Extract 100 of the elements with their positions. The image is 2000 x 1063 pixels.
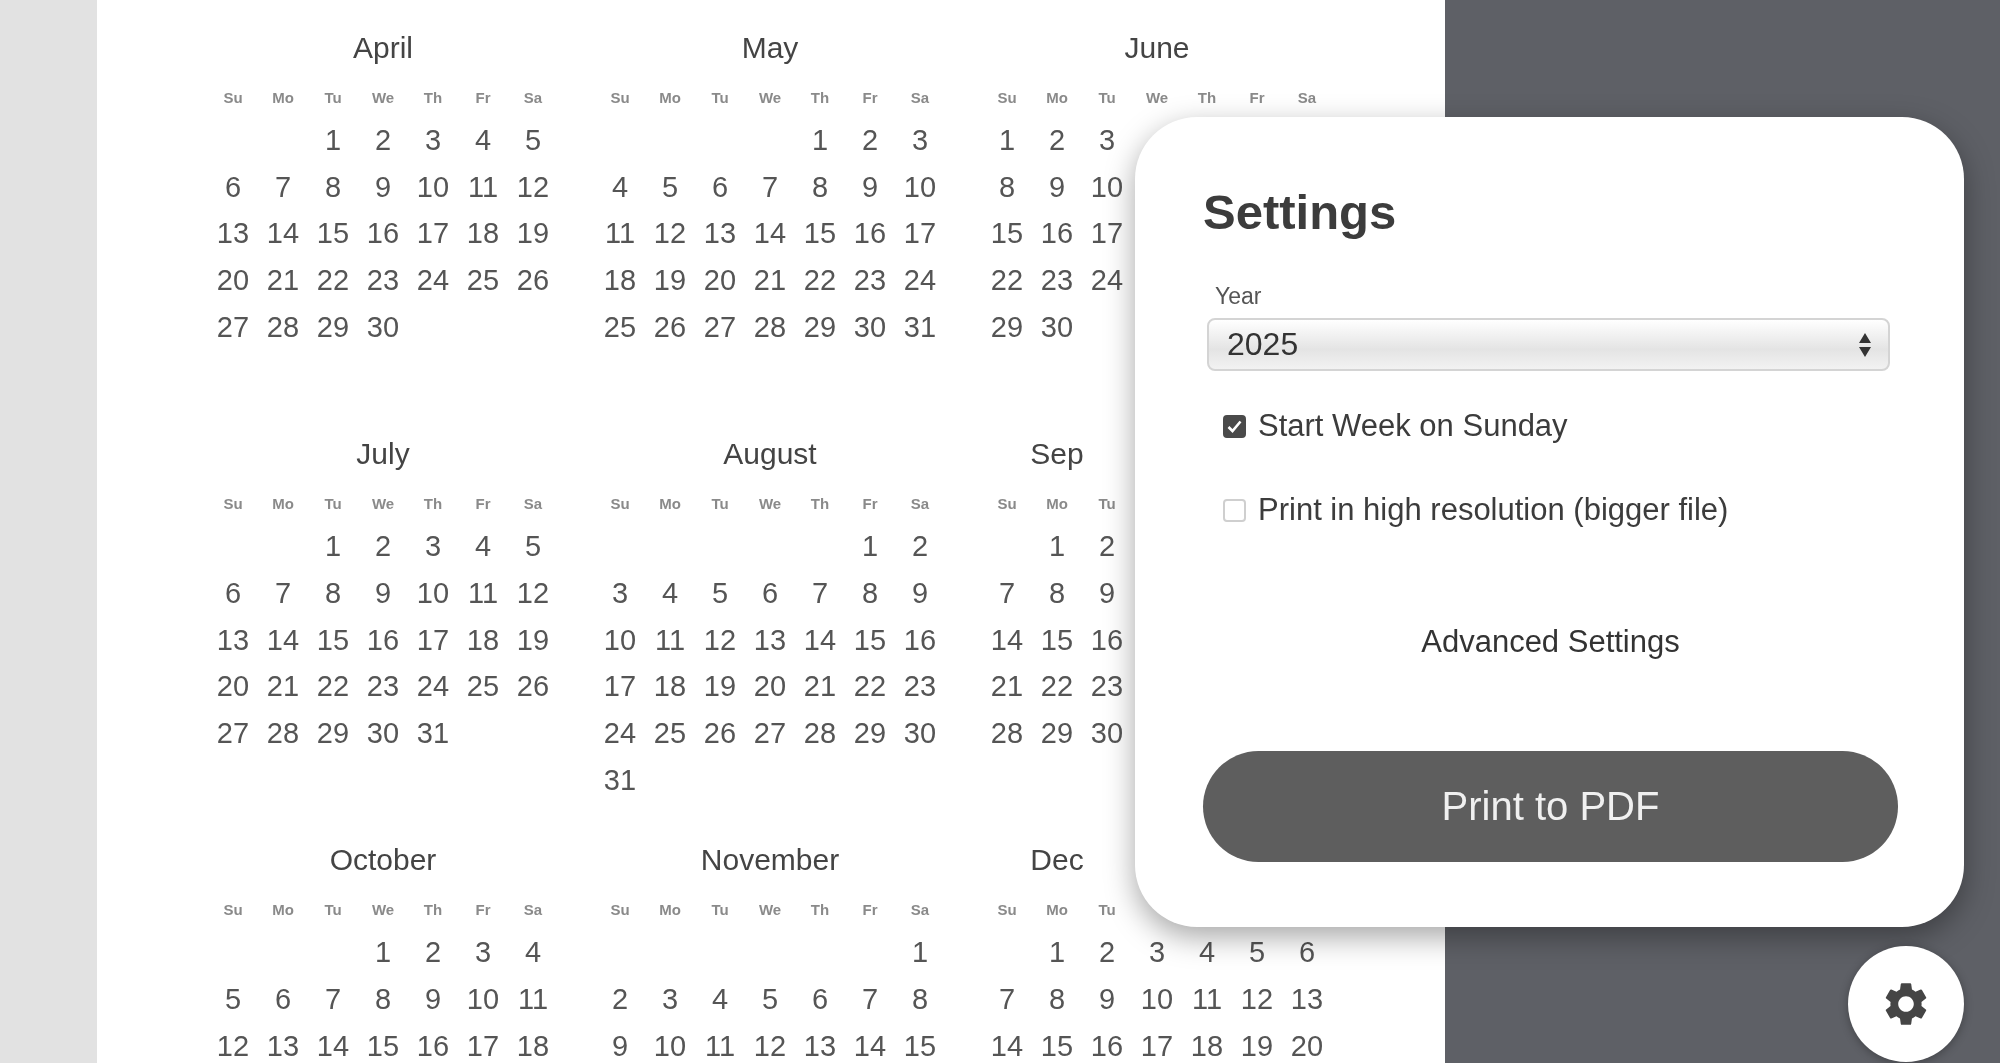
day-number: 4 xyxy=(661,576,679,609)
day-number: 10 xyxy=(466,982,500,1015)
day-number: 22 xyxy=(853,670,887,703)
day-number: 6 xyxy=(811,982,829,1015)
day-number: 20 xyxy=(1290,1029,1324,1062)
day-number: 1 xyxy=(1048,936,1066,969)
weekday-label: Tu xyxy=(1098,900,1116,918)
weekday-label: Mo xyxy=(1046,88,1068,106)
day-number: 10 xyxy=(603,623,637,656)
day-number: 19 xyxy=(1240,1029,1274,1062)
weekday-label: We xyxy=(371,900,395,918)
day-number: 30 xyxy=(366,310,400,343)
checkmark-icon xyxy=(1227,419,1242,433)
year-select[interactable]: 2025 xyxy=(1207,318,1890,371)
day-number: 19 xyxy=(516,217,550,250)
day-number: 3 xyxy=(474,936,492,969)
weekday-label: Th xyxy=(810,494,830,512)
checkbox-label: Start Week on Sunday xyxy=(1258,408,1568,444)
day-number: 23 xyxy=(366,264,400,297)
day-number: 25 xyxy=(603,310,637,343)
day-number: 18 xyxy=(516,1029,550,1062)
weekday-label: Sa xyxy=(1297,88,1317,106)
day-number: 17 xyxy=(1090,217,1124,250)
day-number: 16 xyxy=(366,217,400,250)
up-down-arrows-icon xyxy=(1858,331,1872,358)
day-number: 2 xyxy=(611,982,629,1015)
day-number: 25 xyxy=(466,264,500,297)
day-number: 24 xyxy=(903,264,937,297)
day-number: 9 xyxy=(1098,982,1116,1015)
day-number: 3 xyxy=(611,576,629,609)
day-number: 3 xyxy=(1148,936,1166,969)
day-number: 31 xyxy=(603,763,637,796)
weekday-label: We xyxy=(758,494,782,512)
day-number: 8 xyxy=(324,170,342,203)
day-number: 2 xyxy=(1048,124,1066,156)
day-number: 3 xyxy=(911,124,929,156)
day-number: 21 xyxy=(266,264,300,297)
weekday-label: Fr xyxy=(475,88,491,106)
weekday-label: Mo xyxy=(272,494,294,512)
weekday-label: Fr xyxy=(475,494,491,512)
advanced-settings-link[interactable]: Advanced Settings xyxy=(1421,624,1680,660)
day-number: 29 xyxy=(803,310,837,343)
day-number: 2 xyxy=(424,936,442,969)
day-number: 20 xyxy=(216,264,250,297)
day-number: 9 xyxy=(611,1029,629,1062)
weekday-label: Th xyxy=(423,494,443,512)
day-number: 27 xyxy=(703,310,737,343)
day-number: 4 xyxy=(711,982,729,1015)
day-number: 2 xyxy=(374,530,392,563)
day-number: 15 xyxy=(990,217,1024,250)
print-button[interactable]: Print to PDF xyxy=(1203,751,1898,862)
day-number: 12 xyxy=(753,1029,787,1062)
day-number: 10 xyxy=(653,1029,687,1062)
day-number: 19 xyxy=(516,623,550,656)
day-number: 23 xyxy=(903,670,937,703)
weekday-label: Sa xyxy=(523,494,543,512)
day-number: 14 xyxy=(753,217,787,250)
day-number: 14 xyxy=(990,623,1024,656)
month-title: May xyxy=(741,30,799,66)
day-number: 4 xyxy=(474,530,492,563)
day-number: 12 xyxy=(1240,982,1274,1015)
day-number: 10 xyxy=(903,170,937,203)
day-number: 14 xyxy=(316,1029,350,1062)
day-number: 1 xyxy=(374,936,392,969)
day-number: 1 xyxy=(811,124,829,156)
day-number: 5 xyxy=(711,576,729,609)
day-number: 31 xyxy=(416,716,450,749)
weekday-label: Mo xyxy=(272,88,294,106)
day-number: 13 xyxy=(803,1029,837,1062)
month-title: Dec xyxy=(1030,842,1084,879)
weekday-label: Mo xyxy=(659,900,681,918)
day-number: 24 xyxy=(1090,264,1124,297)
checkbox[interactable] xyxy=(1223,414,1246,438)
day-number: 15 xyxy=(366,1029,400,1062)
day-number: 29 xyxy=(990,310,1024,343)
weekday-label: Fr xyxy=(862,494,878,512)
weekday-label: Tu xyxy=(1098,494,1116,512)
day-number: 6 xyxy=(274,982,292,1015)
day-number: 6 xyxy=(224,170,242,203)
day-number: 16 xyxy=(366,623,400,656)
weekday-label: Su xyxy=(610,494,630,512)
day-number: 21 xyxy=(753,264,787,297)
day-number: 12 xyxy=(516,576,550,609)
day-number: 19 xyxy=(653,264,687,297)
day-number: 11 xyxy=(1191,982,1223,1015)
day-number: 14 xyxy=(803,623,837,656)
day-number: 9 xyxy=(861,170,879,203)
weekday-label: Su xyxy=(223,494,243,512)
month-title: November xyxy=(700,842,840,879)
weekday-label: Tu xyxy=(324,900,342,918)
day-number: 9 xyxy=(911,576,929,609)
day-number: 9 xyxy=(1098,576,1116,609)
day-number: 1 xyxy=(324,530,342,563)
day-number: 10 xyxy=(416,170,450,203)
day-number: 16 xyxy=(853,217,887,250)
day-number: 18 xyxy=(603,264,637,297)
weekday-label: Tu xyxy=(324,494,342,512)
weekday-label: Mo xyxy=(1046,494,1068,512)
weekday-label: We xyxy=(1145,88,1169,106)
day-number: 6 xyxy=(761,576,779,609)
